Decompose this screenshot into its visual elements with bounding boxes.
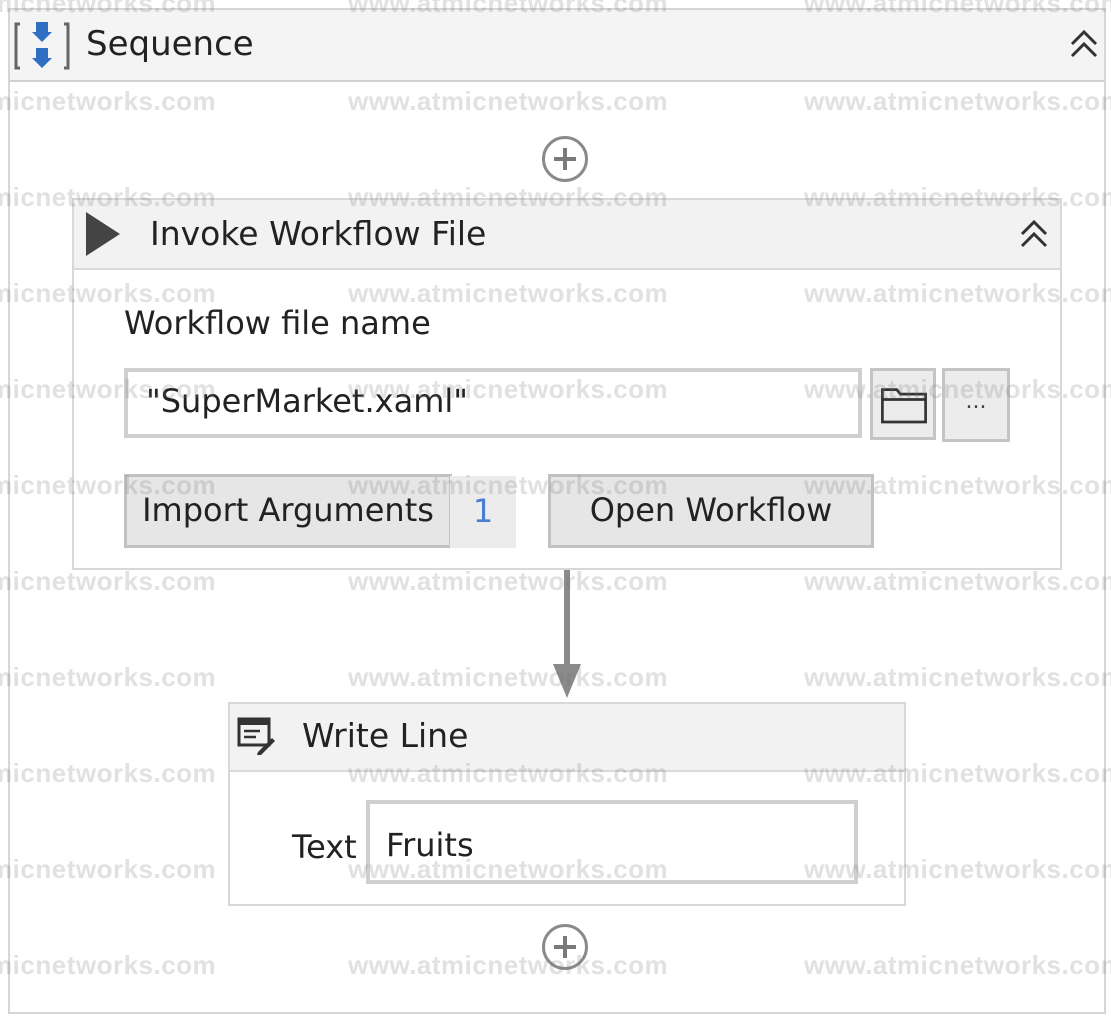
sequence-icon <box>14 22 70 70</box>
sequence-title: Sequence <box>86 24 254 64</box>
add-activity-top-icon[interactable] <box>542 136 588 182</box>
connector-arrow-head <box>553 664 581 698</box>
import-arguments-button[interactable]: Import Arguments <box>124 474 452 548</box>
write-line-title: Write Line <box>302 716 469 755</box>
workflow-file-name-input[interactable]: "SuperMarket.xaml" <box>124 368 862 438</box>
write-line-activity[interactable]: Write Line Text Fruits <box>228 702 906 906</box>
add-activity-bottom-icon[interactable] <box>542 924 588 970</box>
browse-folder-button[interactable] <box>870 368 936 440</box>
open-workflow-button[interactable]: Open Workflow <box>548 474 874 548</box>
write-line-icon <box>237 717 275 755</box>
write-line-header[interactable]: Write Line <box>230 704 904 772</box>
double-chevron-up-icon[interactable] <box>1068 28 1100 60</box>
invoke-workflow-header[interactable]: Invoke Workflow File <box>74 200 1060 270</box>
expression-editor-button[interactable]: ... <box>942 368 1010 442</box>
argument-count-badge: 1 <box>450 476 516 548</box>
invoke-workflow-title: Invoke Workflow File <box>150 214 487 253</box>
double-chevron-up-icon[interactable] <box>1018 218 1050 250</box>
workflow-designer-canvas: Sequence Invoke Workflow File Workflow f… <box>0 0 1111 1019</box>
workflow-file-name-label: Workflow file name <box>124 304 431 342</box>
sequence-header[interactable]: Sequence <box>10 10 1104 82</box>
play-icon <box>86 212 120 256</box>
text-input[interactable]: Fruits <box>366 800 858 884</box>
invoke-workflow-activity[interactable]: Invoke Workflow File Workflow file name … <box>72 198 1062 570</box>
connector-line <box>564 570 570 672</box>
text-label: Text <box>292 828 357 866</box>
folder-icon <box>881 388 927 424</box>
